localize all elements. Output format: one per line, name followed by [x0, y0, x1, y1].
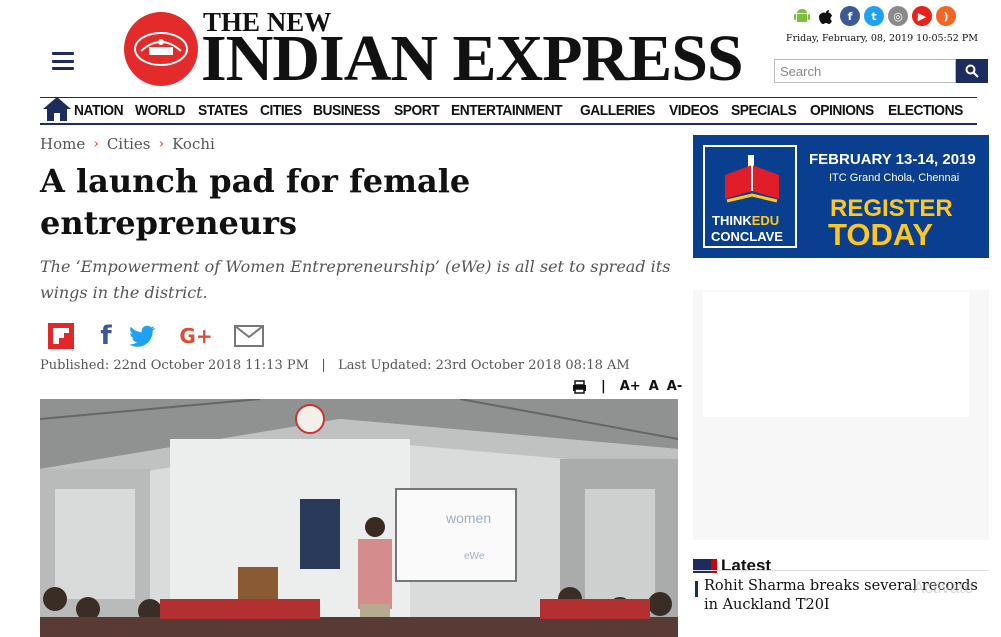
search-button[interactable]	[956, 59, 988, 83]
article-hero-image: women eWe	[40, 399, 678, 637]
ad-logo-box: THINKEDU CONCLAVE	[703, 145, 797, 248]
logo-emblem[interactable]	[124, 12, 198, 86]
app-icons: f t ◎ ▶ )	[792, 6, 956, 26]
nav-item-sport[interactable]: SPORT	[394, 102, 440, 119]
breadcrumb-cities[interactable]: Cities	[107, 135, 151, 153]
twitter-icon[interactable]	[130, 322, 156, 350]
font-increase-button[interactable]: A+	[620, 379, 641, 394]
email-icon[interactable]	[234, 322, 264, 350]
font-reset-button[interactable]: A	[649, 379, 659, 394]
instagram-icon[interactable]: ◎	[888, 6, 908, 26]
apple-icon[interactable]	[816, 6, 836, 26]
latest-header: Latest	[693, 556, 771, 576]
ad-logo-text: THINKEDU	[712, 213, 779, 228]
menu-icon[interactable]	[52, 52, 74, 70]
conclave-ad[interactable]: THINKEDU CONCLAVE FEBRUARY 13-14, 2019 I…	[693, 135, 989, 258]
search-icon	[965, 64, 979, 78]
updated-date: Last Updated: 23rd October 2018 08:18 AM	[338, 358, 630, 373]
nav-item-states[interactable]: STATES	[198, 102, 248, 119]
nav-item-opinions[interactable]: OPINIONS	[810, 102, 874, 119]
article-tools: | A+ A A-	[572, 379, 682, 394]
article-title: A launch pad for female entrepreneurs	[40, 162, 471, 242]
nav-item-world[interactable]: WORLD	[135, 102, 185, 119]
print-icon[interactable]	[572, 379, 587, 394]
article-subtitle: The ‘Empowerment of Women Entrepreneursh…	[40, 257, 671, 302]
ad-slot	[693, 290, 989, 540]
nav-item-galleries[interactable]: GALLERIES	[580, 102, 655, 119]
book-icon	[725, 155, 779, 203]
slide-word: women	[445, 510, 491, 526]
ad-logo-think: THINK	[712, 213, 752, 228]
page: THE NEW INDIAN EXPRESS f t ◎ ▶ ) Friday,…	[0, 0, 1001, 637]
bullet-bar	[695, 581, 698, 597]
ad-date: FEBRUARY 13-14, 2019	[809, 151, 976, 168]
chevron-right-icon: ›	[158, 136, 165, 152]
breadcrumb-home[interactable]: Home	[40, 135, 85, 153]
nav-item-specials[interactable]: SPECIALS	[731, 102, 797, 119]
slide-sub: eWe	[464, 551, 485, 562]
search-input[interactable]	[774, 59, 956, 83]
share-bar: f G+	[48, 321, 264, 351]
emblem-icon	[134, 32, 188, 66]
breadcrumb-kochi[interactable]: Kochi	[172, 135, 215, 153]
flipboard-icon[interactable]	[48, 323, 74, 349]
activate-watermark: Activate	[913, 578, 974, 597]
ad-today: TODAY	[828, 217, 934, 252]
divider	[693, 570, 989, 571]
nav-item-videos[interactable]: VIDEOS	[669, 102, 719, 119]
divider: |	[321, 358, 326, 373]
nav-item-entertainment[interactable]: ENTERTAINMENT	[451, 102, 563, 119]
chevron-right-icon: ›	[93, 136, 99, 152]
ad-logo-conclave: CONCLAVE	[711, 229, 783, 244]
ad-logo-edu: EDU	[751, 213, 780, 228]
ad-venue: ITC Grand Chola, Chennai	[829, 172, 960, 184]
facebook-icon[interactable]: f	[840, 6, 860, 26]
nav-items: NATION WORLD STATES CITIES BUSINESS SPORT ENTE…	[74, 102, 977, 119]
brand-title[interactable]: INDIAN EXPRESS	[201, 26, 744, 92]
published-date: Published: 22nd October 2018 11:13 PM	[40, 358, 309, 373]
publish-info: Published: 22nd October 2018 11:13 PM | …	[40, 358, 630, 373]
nav-item-elections[interactable]: ELECTIONS	[888, 102, 963, 119]
twitter-icon[interactable]: t	[864, 6, 884, 26]
main-nav: NATION WORLD STATES CITIES BUSINESS SPORT ENTE…	[40, 95, 977, 125]
nav-item-cities[interactable]: CITIES	[260, 102, 302, 119]
latest-title: Latest	[721, 556, 772, 575]
nav-item-nation[interactable]: NATION	[74, 102, 124, 119]
current-date: Friday, February, 08, 2019 10:05:52 PM	[786, 33, 978, 44]
ad-slot-inner	[703, 292, 969, 417]
search-bar	[774, 59, 988, 83]
facebook-icon[interactable]: f	[98, 321, 114, 351]
breadcrumb: Home › Cities › Kochi	[40, 135, 215, 153]
youtube-icon[interactable]: ▶	[912, 6, 932, 26]
android-icon[interactable]	[792, 6, 812, 26]
home-icon[interactable]	[40, 95, 74, 123]
font-decrease-button[interactable]: A-	[667, 379, 682, 394]
tools-divider: |	[601, 379, 606, 394]
rss-icon[interactable]: )	[936, 6, 956, 26]
nav-item-business[interactable]: BUSINESS	[313, 102, 380, 119]
google-plus-icon[interactable]: G+	[178, 322, 214, 350]
